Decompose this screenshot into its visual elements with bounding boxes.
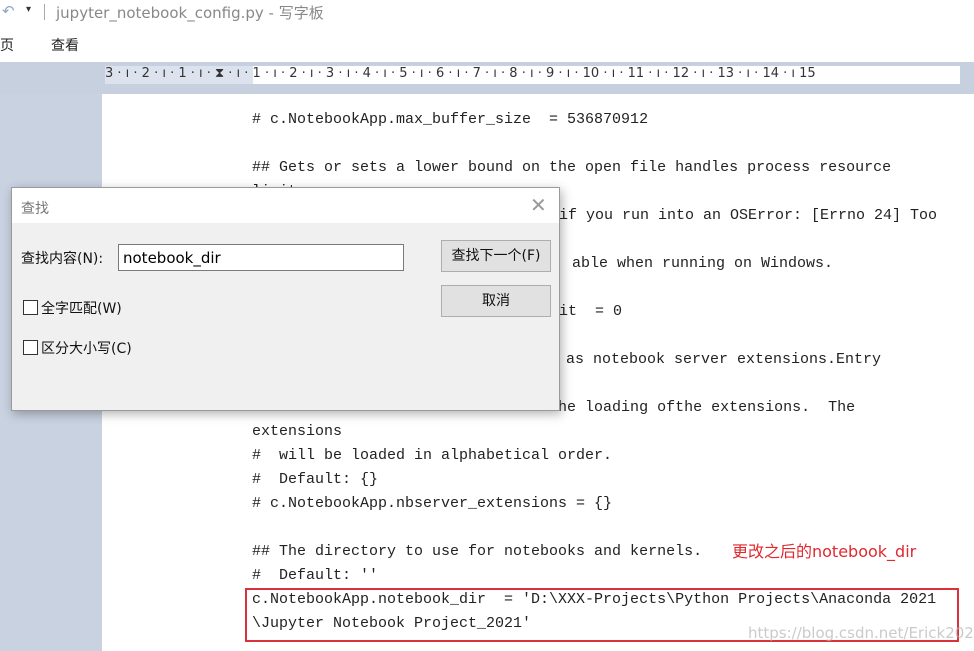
find-input[interactable] — [118, 244, 404, 271]
match-case-label: 区分大小写(C) — [41, 341, 132, 357]
ruler[interactable]: 3 · ı · 2 · ı · 1 · ı · ⧗ · ı · 1 · ı · … — [105, 66, 960, 84]
find-label: 查找内容(N): — [21, 251, 104, 267]
tab-page[interactable]: 页 — [0, 35, 14, 55]
match-whole-checkbox[interactable] — [23, 300, 38, 315]
watermark: https://blog.csdn.net/Erick2020 — [748, 624, 974, 642]
doc-line: # c.NotebookApp.nbserver_extensions = {} — [252, 495, 613, 512]
doc-line: extensions — [252, 423, 343, 440]
find-next-button[interactable]: 查找下一个(F) — [441, 240, 551, 272]
doc-line: able when running on Windows. — [572, 255, 834, 272]
annotation-label: 更改之后的notebook_dir — [732, 542, 917, 561]
ribbon-tabs: 页 查看 — [0, 26, 974, 62]
doc-line: # Default: {} — [252, 471, 379, 488]
dialog-title: 查找 — [21, 201, 49, 217]
undo-icon[interactable]: ↶ — [2, 2, 15, 20]
ruler-labels: 3 · ı · 2 · ı · 1 · ı · ⧗ · ı · 1 · ı · … — [105, 66, 816, 81]
match-whole-label: 全字匹配(W) — [41, 301, 122, 317]
window-title: jupyter_notebook_config.py - 写字板 — [56, 4, 324, 22]
close-icon[interactable]: ✕ — [530, 193, 547, 217]
tab-view[interactable]: 查看 — [51, 35, 79, 55]
doc-line: # will be loaded in alphabetical order. — [252, 447, 613, 464]
doc-line: # Default: '' — [252, 567, 379, 584]
title-bar: ↶ ▾ jupyter_notebook_config.py - 写字板 — [0, 0, 974, 26]
divider — [44, 4, 45, 20]
doc-line: it = 0 — [559, 303, 623, 320]
quick-access-dropdown-icon[interactable]: ▾ — [26, 4, 31, 15]
match-case-checkbox[interactable] — [23, 340, 38, 355]
doc-line: if you run into an OSError: [Errno 24] T… — [559, 207, 938, 224]
find-dialog: 查找 ✕ 查找内容(N): 查找下一个(F) 取消 全字匹配(W) 区分大小写(… — [11, 187, 560, 411]
doc-line: ## Gets or sets a lower bound on the ope… — [252, 159, 892, 176]
doc-line: # c.NotebookApp.max_buffer_size = 536870… — [252, 111, 649, 128]
dialog-title-bar[interactable]: 查找 ✕ — [12, 188, 559, 223]
doc-line: as notebook server extensions.Entry — [566, 351, 882, 368]
doc-line: ## The directory to use for notebooks an… — [252, 543, 703, 560]
cancel-button[interactable]: 取消 — [441, 285, 551, 317]
